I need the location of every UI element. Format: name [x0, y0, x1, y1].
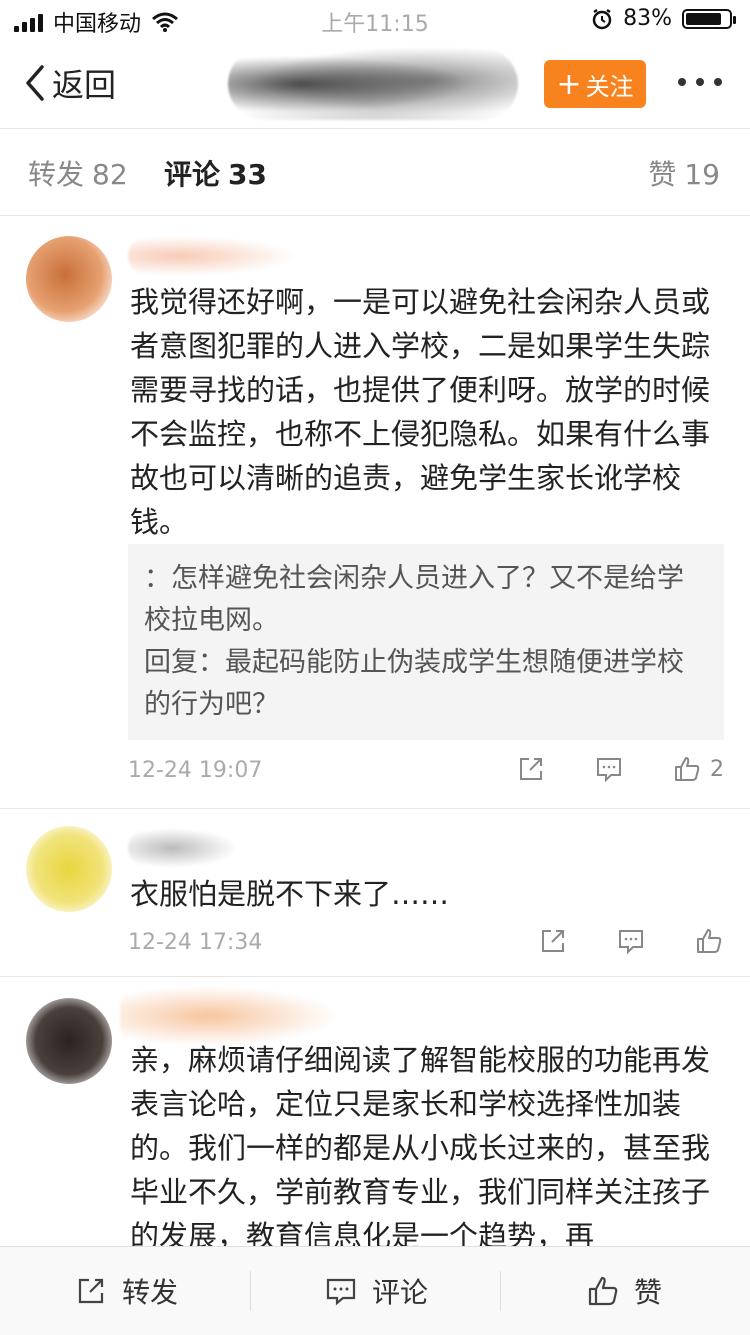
back-label: 返回 — [52, 66, 117, 104]
tab-count: 33 — [228, 158, 267, 191]
like-count: 2 — [710, 756, 724, 782]
comment-time: 12-24 19:07 — [128, 758, 263, 783]
follow-button[interactable]: + 关注 — [544, 60, 646, 108]
comment-meta: 12-24 19:07 2 — [128, 754, 724, 794]
comment-item: 亲，麻烦请仔细阅读了解智能校服的功能再发表言论哈，定位只是家长和学校选择性加装的… — [0, 976, 750, 1253]
status-bar: 中国移动 上午11:15 83% — [0, 0, 750, 40]
dot-icon — [678, 78, 686, 86]
battery-icon — [682, 8, 736, 29]
comment-item: 我觉得还好啊，一是可以避免社会闲杂人员或者意图犯罪的人进入学校，二是如果学生失踪… — [0, 216, 750, 809]
plus-icon: + — [556, 66, 582, 102]
comment-item: 衣服怕是脱不下来了…… 12-24 17:34 — [0, 808, 750, 977]
comment-time: 12-24 17:34 — [128, 930, 263, 955]
follow-label: 关注 — [585, 72, 634, 101]
comment-icon — [597, 758, 621, 783]
tab-label: 赞 — [648, 158, 677, 191]
avatar[interactable] — [26, 826, 112, 912]
reply-button[interactable] — [594, 754, 624, 784]
battery-level — [686, 12, 721, 25]
like-label: 赞 — [634, 1276, 663, 1309]
divider — [250, 1271, 251, 1311]
bottom-action-bar: 转发 评论 赞 — [0, 1246, 750, 1335]
avatar[interactable] — [26, 236, 112, 322]
redacted-username — [128, 236, 298, 276]
more-options-button[interactable] — [678, 78, 722, 86]
tab-bar: 转发 82 评论 33 赞 19 — [0, 129, 750, 216]
tab-label: 评论 — [164, 158, 221, 191]
reply-button[interactable] — [616, 926, 646, 956]
share-icon — [542, 930, 564, 952]
like-button[interactable]: 2 — [672, 754, 724, 784]
repost-button[interactable]: 转发 — [74, 1247, 178, 1335]
comment-actions: 2 — [516, 754, 724, 784]
comment-text: 亲，麻烦请仔细阅读了解智能校服的功能再发表言论哈，定位只是家长和学校选择性加装的… — [130, 1043, 711, 1253]
like-button[interactable]: 赞 — [586, 1247, 662, 1335]
avatar[interactable] — [26, 998, 112, 1084]
tab-comment[interactable]: 评论 33 — [164, 153, 267, 193]
comment-text: 衣服怕是脱不下来了…… — [130, 877, 450, 911]
dot-icon — [714, 78, 722, 86]
battery-percent: 83% — [623, 6, 672, 31]
dot-icon — [696, 78, 704, 86]
comment-text: 我觉得还好啊，一是可以避免社会闲杂人员或者意图犯罪的人进入学校，二是如果学生失踪… — [130, 285, 711, 539]
comment-actions — [538, 926, 724, 956]
share-icon — [78, 1278, 104, 1304]
back-button[interactable]: 返回 — [22, 60, 116, 106]
comment-button[interactable]: 评论 — [324, 1247, 428, 1335]
share-button[interactable] — [516, 754, 546, 784]
comment-meta: 12-24 17:34 — [128, 926, 724, 966]
alarm-icon — [592, 8, 612, 29]
share-button[interactable] — [538, 926, 568, 956]
tab-like[interactable]: 赞 19 — [648, 153, 720, 193]
tab-repost[interactable]: 转发 82 — [28, 153, 128, 193]
redacted-username — [228, 48, 518, 120]
share-icon — [520, 758, 542, 780]
redacted-username — [120, 986, 340, 1046]
reply-text: 回复：最起码能防止伪装成学生想随便进学校的行为吧？ — [144, 647, 684, 720]
like-button[interactable] — [694, 926, 724, 956]
divider — [500, 1271, 501, 1311]
redacted-username — [128, 828, 238, 868]
reply-box[interactable]: ：怎样避免社会闲杂人员进入了？又不是给学校拉电网。 回复：最起码能防止伪装成学生… — [128, 544, 724, 740]
repost-label: 转发 — [122, 1276, 179, 1309]
thumbs-up-icon — [697, 929, 722, 953]
chevron-left-icon — [26, 65, 44, 101]
thumbs-up-icon — [675, 757, 700, 781]
comment-icon — [619, 930, 643, 955]
status-right: 83% — [591, 6, 736, 31]
comment-icon — [326, 1278, 356, 1306]
tab-label: 转发 — [28, 158, 85, 191]
nav-bar: 返回 + 关注 — [0, 40, 750, 129]
comment-label: 评论 — [372, 1276, 429, 1309]
tab-count: 19 — [684, 158, 720, 191]
tab-count: 82 — [92, 158, 128, 191]
reply-text: ：怎样避免社会闲杂人员进入了？又不是给学校拉电网。 — [144, 563, 684, 636]
thumbs-up-icon — [588, 1276, 618, 1306]
